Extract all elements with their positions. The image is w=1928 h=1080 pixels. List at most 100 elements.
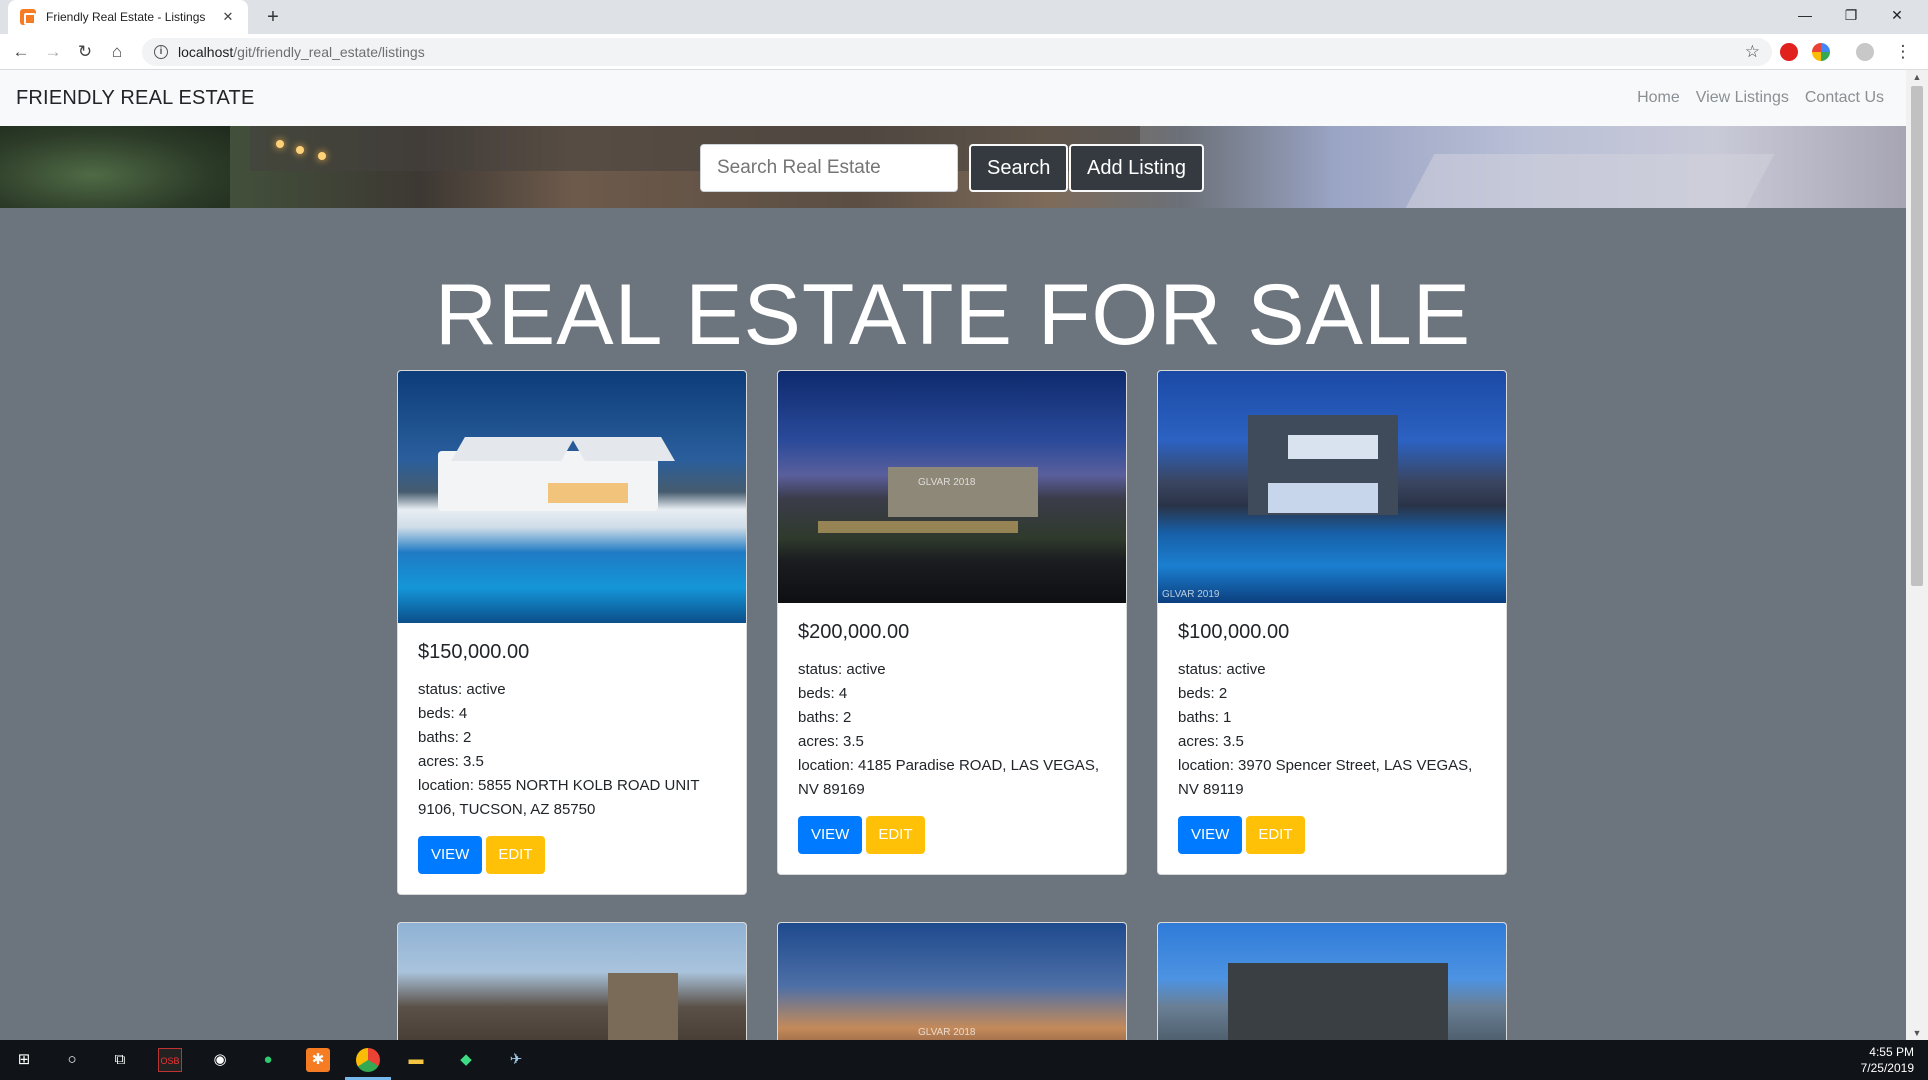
hero-tree-image (0, 126, 230, 208)
view-button[interactable]: VIEW (1178, 816, 1243, 854)
app-icon[interactable]: ● (256, 1048, 280, 1072)
chrome-app-icon[interactable] (356, 1048, 380, 1072)
page-scrollbar[interactable]: ▲ ▼ (1906, 70, 1928, 1040)
photo-watermark: GLVAR 2018 (918, 1027, 976, 1038)
listing-price: $200,000.00 (798, 621, 910, 643)
cortana-search-icon[interactable]: ○ (60, 1048, 84, 1072)
search-button[interactable]: Search (969, 144, 1069, 192)
browser-tab-bar: Friendly Real Estate - Listings ✕ + — ❐ … (0, 0, 1928, 34)
view-button[interactable]: VIEW (418, 836, 483, 874)
scroll-down-icon[interactable]: ▼ (1906, 1026, 1928, 1040)
nav-link-home[interactable]: Home (1637, 89, 1680, 107)
windows-start-icon[interactable]: ⊞ (12, 1048, 36, 1072)
edit-button[interactable]: EDIT (1246, 816, 1305, 854)
listing-baths: baths: 2 (798, 709, 852, 726)
house-windows-image (1288, 435, 1378, 459)
color-extension-icon[interactable] (1812, 43, 1830, 61)
restore-button[interactable]: ❐ (1828, 0, 1874, 30)
listing-photo[interactable]: GLVAR 2018 (778, 371, 1126, 603)
listing-photo[interactable] (1158, 923, 1506, 1040)
hero-banner: Search Add Listing (0, 126, 1906, 208)
tab-title: Friendly Real Estate - Listings (46, 10, 206, 24)
listing-photo[interactable] (398, 923, 746, 1040)
url-text[interactable]: localhost/git/friendly_real_estate/listi… (178, 44, 1745, 60)
listing-baths: baths: 1 (1178, 709, 1232, 726)
add-listing-button[interactable]: Add Listing (1069, 144, 1204, 192)
task-view-icon[interactable]: ⧉ (108, 1048, 132, 1072)
listing-card (1157, 922, 1507, 1040)
listing-location: location: 3970 Spencer Street, LAS VEGAS… (1178, 757, 1473, 798)
home-icon[interactable]: ⌂ (104, 39, 130, 65)
listing-status: status: active (798, 661, 886, 678)
listing-photo[interactable] (398, 371, 746, 623)
listing-baths: baths: 2 (418, 729, 472, 746)
opera-extension-icon[interactable] (1780, 43, 1798, 61)
photo-watermark: GLVAR 2019 (1162, 589, 1220, 600)
house-shape-image (888, 467, 1038, 517)
listing-status: status: active (418, 681, 506, 698)
clock-date: 7/25/2019 (1860, 1061, 1914, 1075)
site-brand[interactable]: FRIENDLY REAL ESTATE (16, 87, 255, 110)
tab-close-icon[interactable]: ✕ (220, 9, 236, 25)
scrollbar-thumb[interactable] (1911, 86, 1923, 586)
listing-status: status: active (1178, 661, 1266, 678)
site-navbar: FRIENDLY REAL ESTATE Home View Listings … (0, 70, 1906, 126)
listing-beds: beds: 4 (798, 685, 848, 702)
listing-price: $150,000.00 (418, 641, 530, 663)
scroll-up-icon[interactable]: ▲ (1906, 70, 1928, 84)
house-shape-image (608, 973, 678, 1040)
house-shape-image (1228, 963, 1448, 1040)
bookmark-star-icon[interactable]: ☆ (1745, 42, 1760, 62)
view-button[interactable]: VIEW (798, 816, 863, 854)
house-windows-image (548, 483, 628, 503)
house-roof-image (571, 437, 675, 461)
browser-toolbar: ← → ↻ ⌂ i localhost/git/friendly_real_es… (0, 34, 1928, 70)
hero-light-image (318, 152, 326, 160)
new-tab-button[interactable]: + (260, 4, 286, 30)
page-title: REAL ESTATE FOR SALE (434, 267, 1472, 363)
close-window-button[interactable]: ✕ (1874, 0, 1920, 30)
search-input[interactable] (700, 144, 958, 192)
listing-location: location: 5855 NORTH KOLB ROAD UNIT 9106… (418, 777, 700, 818)
os-taskbar: ⊞ ○ ⧉ OSB ◉ ● ✱ ▬ ◆ ✈ 4:55 PM 7/25/2019 (0, 1040, 1928, 1080)
minimize-button[interactable]: — (1782, 0, 1828, 30)
clock-time: 4:55 PM (1869, 1045, 1914, 1059)
edit-button[interactable]: EDIT (486, 836, 545, 874)
profile-avatar-icon[interactable] (1856, 43, 1874, 61)
hero-light-image (296, 146, 304, 154)
listing-acres: acres: 3.5 (1178, 733, 1244, 750)
file-explorer-icon[interactable]: ▬ (404, 1048, 428, 1072)
listing-acres: acres: 3.5 (418, 753, 484, 770)
site-favicon-icon (20, 9, 36, 25)
app-icon[interactable]: ◉ (208, 1048, 232, 1072)
forward-icon[interactable]: → (40, 39, 66, 65)
listing-location: location: 4185 Paradise ROAD, LAS VEGAS,… (798, 757, 1099, 798)
system-clock[interactable]: 4:55 PM 7/25/2019 (1861, 1044, 1914, 1076)
back-icon[interactable]: ← (8, 39, 34, 65)
address-bar[interactable]: i localhost/git/friendly_real_estate/lis… (142, 38, 1772, 66)
listing-photo[interactable]: GLVAR 2019 (1158, 371, 1506, 603)
listing-details: $200,000.00 status: active beds: 4 baths… (778, 603, 1126, 874)
browser-tab[interactable]: Friendly Real Estate - Listings ✕ (8, 0, 248, 34)
hero-roof-image (1405, 154, 1775, 208)
nav-link-contact-us[interactable]: Contact Us (1805, 89, 1884, 107)
app-icon[interactable]: ✈ (504, 1048, 528, 1072)
edit-button[interactable]: EDIT (866, 816, 925, 854)
nav-links: Home View Listings Contact Us (1637, 89, 1884, 107)
listing-details: $100,000.00 status: active beds: 2 baths… (1158, 603, 1506, 874)
listing-card: GLVAR 2018 $200,000.00 status: active be… (777, 370, 1127, 875)
app-icon[interactable]: ◆ (454, 1048, 478, 1072)
nav-link-view-listings[interactable]: View Listings (1696, 89, 1789, 107)
xampp-app-icon[interactable]: ✱ (306, 1048, 330, 1072)
listing-card: GLVAR 2018 (777, 922, 1127, 1040)
info-icon[interactable]: i (154, 45, 168, 59)
page-viewport: FRIENDLY REAL ESTATE Home View Listings … (0, 70, 1906, 1040)
listing-beds: beds: 4 (418, 705, 468, 722)
app-icon[interactable]: OSB (158, 1048, 182, 1072)
reload-icon[interactable]: ↻ (72, 39, 98, 65)
listing-price: $100,000.00 (1178, 621, 1290, 643)
garden-lights-image (818, 521, 1018, 533)
listing-card (397, 922, 747, 1040)
listing-photo[interactable]: GLVAR 2018 (778, 923, 1126, 1040)
menu-kebab-icon[interactable]: ⋮ (1890, 39, 1916, 65)
